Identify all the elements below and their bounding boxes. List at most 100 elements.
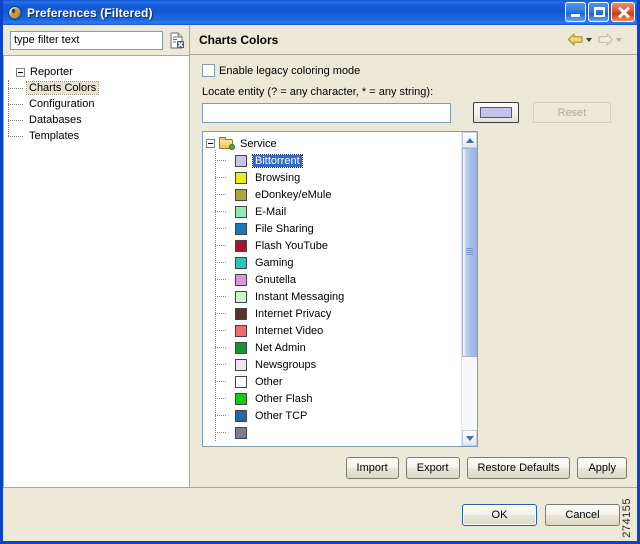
service-label: Flash YouTube bbox=[255, 239, 328, 252]
service-list-item[interactable]: Bittorrent bbox=[215, 152, 461, 169]
dialog-body: Reporter Charts Colors Configuration Dat… bbox=[3, 25, 637, 487]
locate-entity-label: Locate entity (? = any character, * = an… bbox=[202, 86, 434, 98]
export-button[interactable]: Export bbox=[405, 457, 460, 479]
sidebar-item-label: Templates bbox=[29, 130, 80, 142]
minimize-button[interactable] bbox=[565, 2, 586, 22]
legacy-coloring-label: Enable legacy coloring mode bbox=[219, 64, 361, 77]
service-list-item[interactable]: Instant Messaging bbox=[215, 288, 461, 305]
sidebar-item-charts-colors[interactable]: Charts Colors bbox=[8, 80, 189, 96]
preferences-nav-pane: Reporter Charts Colors Configuration Dat… bbox=[3, 25, 190, 487]
service-list-item[interactable]: Internet Privacy bbox=[215, 305, 461, 322]
service-label: Net Admin bbox=[255, 341, 306, 354]
tree-root-label: Reporter bbox=[30, 66, 73, 78]
service-color-swatch[interactable] bbox=[235, 256, 247, 269]
service-color-swatch[interactable] bbox=[235, 426, 247, 439]
collapse-icon[interactable] bbox=[206, 139, 215, 148]
service-color-swatch[interactable] bbox=[235, 307, 247, 320]
back-dropdown-caret-icon[interactable] bbox=[586, 37, 592, 42]
service-list-item[interactable]: Internet Video bbox=[215, 322, 461, 339]
service-color-swatch[interactable] bbox=[235, 290, 247, 303]
scroll-down-button[interactable] bbox=[462, 430, 477, 446]
service-list-item[interactable]: Flash YouTube bbox=[215, 237, 461, 254]
service-list-scrollbar[interactable] bbox=[461, 132, 477, 446]
ok-button[interactable]: OK bbox=[462, 503, 537, 526]
service-label: eDonkey/eMule bbox=[255, 188, 332, 201]
service-list-item[interactable]: Other bbox=[215, 373, 461, 390]
legacy-coloring-row: Enable legacy coloring mode bbox=[202, 64, 627, 77]
preferences-tree: Reporter Charts Colors Configuration Dat… bbox=[3, 55, 189, 487]
service-color-swatch[interactable] bbox=[235, 171, 247, 184]
service-color-swatch[interactable] bbox=[235, 409, 247, 422]
forward-arrow-icon bbox=[597, 32, 614, 47]
service-label: Bittorrent bbox=[252, 153, 303, 168]
service-label: Internet Video bbox=[255, 324, 324, 337]
tree-root-reporter[interactable]: Reporter bbox=[4, 64, 189, 80]
service-color-swatch[interactable] bbox=[235, 222, 247, 235]
import-button[interactable]: Import bbox=[345, 457, 399, 479]
service-list-item[interactable]: Net Admin bbox=[215, 339, 461, 356]
reset-button[interactable]: Reset bbox=[533, 102, 611, 123]
service-color-swatch[interactable] bbox=[235, 358, 247, 371]
preferences-content-pane: Charts Colors Enable legacy coloring mod… bbox=[190, 25, 637, 487]
restore-defaults-button[interactable]: Restore Defaults bbox=[466, 457, 571, 479]
service-color-swatch[interactable] bbox=[235, 341, 247, 354]
service-list-item[interactable]: eDonkey/eMule bbox=[215, 186, 461, 203]
locate-entity-input[interactable] bbox=[202, 102, 451, 123]
scrollbar-thumb[interactable] bbox=[462, 148, 477, 357]
service-root-label: Service bbox=[240, 137, 277, 150]
service-list-item[interactable]: Other TCP bbox=[215, 407, 461, 424]
service-color-swatch[interactable] bbox=[235, 239, 247, 252]
service-color-swatch[interactable] bbox=[235, 324, 247, 337]
sidebar-item-templates[interactable]: Templates bbox=[8, 128, 189, 144]
service-list-item[interactable]: Browsing bbox=[215, 169, 461, 186]
window-title: Preferences (Filtered) bbox=[27, 5, 153, 20]
service-color-swatch[interactable] bbox=[235, 392, 247, 405]
filter-input[interactable] bbox=[10, 30, 163, 50]
service-list-item[interactable]: File Sharing bbox=[215, 220, 461, 237]
color-picker-swatch bbox=[480, 107, 512, 118]
service-color-swatch[interactable] bbox=[235, 188, 247, 201]
tree-children: Charts Colors Configuration Databases Te… bbox=[4, 80, 189, 144]
collapse-icon[interactable] bbox=[16, 67, 25, 77]
sidebar-item-configuration[interactable]: Configuration bbox=[8, 96, 189, 112]
clear-filter-icon[interactable] bbox=[168, 32, 185, 49]
dialog-footer: OK Cancel bbox=[3, 487, 637, 541]
color-picker-button[interactable] bbox=[473, 102, 519, 123]
sidebar-item-databases[interactable]: Databases bbox=[8, 112, 189, 128]
service-color-list: Service Bittorrent Browsing eDonkey/eMule E… bbox=[202, 131, 478, 447]
cancel-button[interactable]: Cancel bbox=[545, 503, 620, 526]
service-list-item[interactable]: E-Mail bbox=[215, 203, 461, 220]
service-tree-root[interactable]: Service bbox=[206, 135, 461, 152]
service-list-item[interactable]: Gaming bbox=[215, 254, 461, 271]
scroll-up-button[interactable] bbox=[462, 132, 477, 148]
service-color-swatch[interactable] bbox=[235, 154, 247, 167]
service-label: Other Flash bbox=[255, 392, 313, 405]
service-color-swatch[interactable] bbox=[235, 375, 247, 388]
service-label: File Sharing bbox=[255, 222, 314, 235]
legacy-coloring-checkbox[interactable] bbox=[202, 64, 215, 77]
back-arrow-icon[interactable] bbox=[567, 32, 584, 47]
service-label: Other bbox=[255, 375, 283, 388]
maximize-button[interactable] bbox=[588, 2, 609, 22]
filter-row bbox=[3, 25, 189, 55]
service-label: Newsgroups bbox=[255, 358, 317, 371]
service-color-swatch[interactable] bbox=[235, 273, 247, 286]
scrollbar-track[interactable] bbox=[462, 148, 477, 430]
service-list-item[interactable]: Newsgroups bbox=[215, 356, 461, 373]
close-button[interactable] bbox=[611, 2, 635, 22]
nav-history-group bbox=[567, 32, 627, 47]
window-controls bbox=[565, 2, 635, 22]
service-label: Browsing bbox=[255, 171, 301, 184]
eclipse-icon bbox=[7, 5, 23, 21]
locate-entity-row: Reset bbox=[202, 102, 627, 123]
sidebar-item-label: Databases bbox=[29, 114, 82, 126]
watermark: 274155 bbox=[621, 498, 633, 538]
service-list-item[interactable]: Gnutella bbox=[215, 271, 461, 288]
service-label: Instant Messaging bbox=[255, 290, 345, 303]
preferences-dialog: Preferences (Filtered) type filter text … bbox=[0, 0, 640, 544]
service-list-item[interactable]: Other Flash bbox=[215, 390, 461, 407]
service-color-swatch[interactable] bbox=[235, 205, 247, 218]
page-title: Charts Colors bbox=[199, 32, 279, 47]
service-list-item[interactable] bbox=[215, 424, 461, 441]
apply-button[interactable]: Apply bbox=[577, 457, 627, 479]
